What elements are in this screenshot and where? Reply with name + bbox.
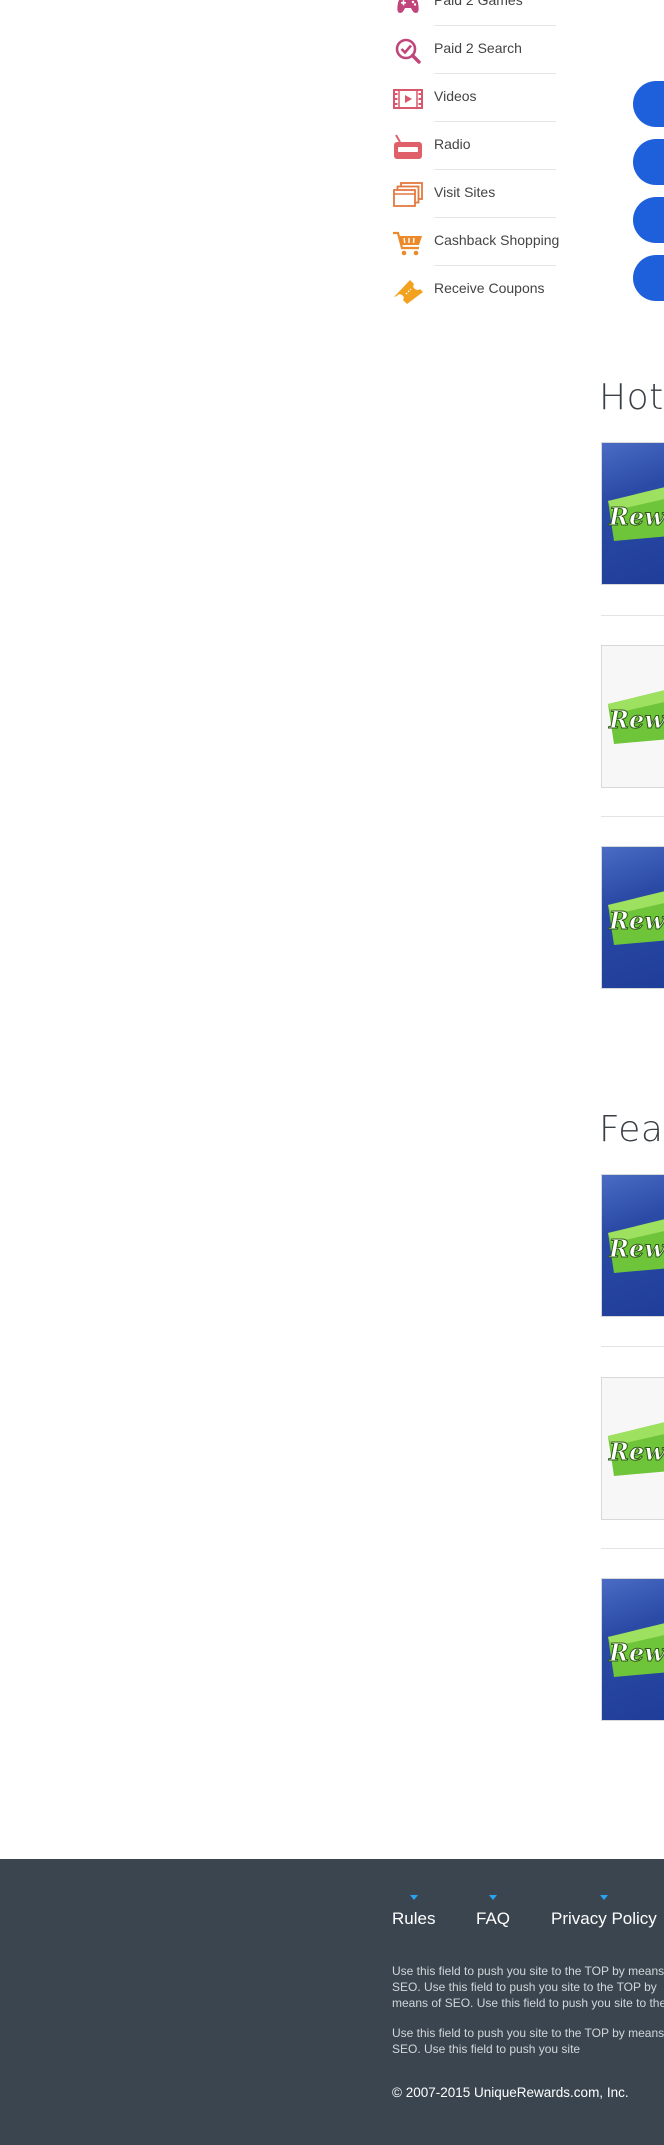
footer-link-faq[interactable]: FAQ (476, 1895, 511, 1929)
rewards-logo: Rewa (608, 1623, 664, 1677)
sidebar-item-label: Paid 2 Search (434, 40, 522, 56)
divider (601, 816, 664, 817)
caret-down-icon (489, 1895, 497, 1900)
ticket-icon (394, 280, 423, 304)
card-logo-text: Rewa (608, 1437, 664, 1466)
footer-seo-text: Use this field to push you site to the T… (392, 1964, 664, 2010)
offer-card[interactable]: Rewa (601, 846, 664, 989)
action-button[interactable] (633, 255, 664, 301)
footer-link-label: Privacy Policy (551, 1909, 657, 1928)
card-logo-text: Rewa (608, 705, 664, 734)
sidebar-item-radio[interactable]: Radio (390, 122, 560, 170)
offer-card[interactable]: Rewa (601, 1377, 664, 1520)
window-stack-icon (393, 182, 423, 207)
footer-link-label: Rules (392, 1909, 436, 1928)
sidebar-item-paid-2-search[interactable]: Paid 2 Search (390, 26, 560, 74)
sidebar-item-label: Radio (434, 136, 471, 152)
sidebar-item-receive-coupons[interactable]: Receive Coupons (390, 266, 560, 314)
offer-card[interactable]: Rewa (601, 442, 664, 585)
rewards-logo: Rewa (608, 1219, 664, 1273)
rewards-logo: Rewa (608, 487, 664, 541)
hot-section-title: Hot (599, 377, 664, 418)
sidebar-item-label: Cashback Shopping (434, 232, 560, 248)
footer-seo-text: Use this field to push you site to the T… (392, 2026, 664, 2056)
divider (601, 1346, 664, 1347)
footer-link-label: FAQ (476, 1909, 511, 1928)
shopping-cart-icon (393, 231, 422, 256)
footer-link-rules[interactable]: Rules (392, 1895, 436, 1929)
sidebar-item-label: Paid 2 Games (434, 0, 523, 8)
rewards-logo: Rewa (608, 891, 664, 945)
divider (601, 615, 664, 616)
action-button[interactable] (633, 139, 664, 185)
featured-section-title: Feat (599, 1109, 664, 1150)
site-footer: Rules FAQ Privacy Policy Use this field … (0, 1859, 664, 2145)
card-logo-text: Rewa (608, 502, 664, 531)
offer-card[interactable]: Rewa (601, 1174, 664, 1317)
footer-link-privacy-policy[interactable]: Privacy Policy (551, 1895, 657, 1929)
sidebar-item-label: Receive Coupons (434, 280, 545, 296)
divider (601, 1548, 664, 1549)
caret-down-icon (599, 1895, 608, 1900)
sidebar-item-visit-sites[interactable]: Visit Sites (390, 170, 560, 218)
offer-card[interactable]: Rewa (601, 645, 664, 788)
action-button[interactable] (633, 81, 664, 127)
rewards-logo: Rewa (608, 1422, 664, 1476)
offer-card[interactable]: Rewa (601, 1578, 664, 1721)
card-logo-text: Rewa (608, 906, 664, 935)
search-check-icon (395, 38, 421, 64)
rewards-logo: Rewa (608, 690, 664, 744)
gamepad-icon (397, 0, 419, 13)
card-logo-text: Rewa (608, 1638, 664, 1667)
caret-down-icon (409, 1895, 418, 1900)
copyright-text: © 2007-2015 UniqueRewards.com, Inc. (392, 2085, 629, 2100)
film-icon (393, 89, 423, 109)
action-button[interactable] (633, 197, 664, 243)
sidebar-item-cashback-shopping[interactable]: Cashback Shopping (390, 218, 560, 266)
sidebar-item-label: Videos (434, 88, 477, 104)
sidebar-item-label: Visit Sites (434, 184, 496, 200)
sidebar-item-videos[interactable]: Videos (390, 74, 560, 122)
radio-icon (394, 134, 422, 159)
card-logo-text: Rewa (608, 1234, 664, 1263)
sidebar-item-paid-2-games[interactable]: Paid 2 Games (390, 0, 560, 26)
